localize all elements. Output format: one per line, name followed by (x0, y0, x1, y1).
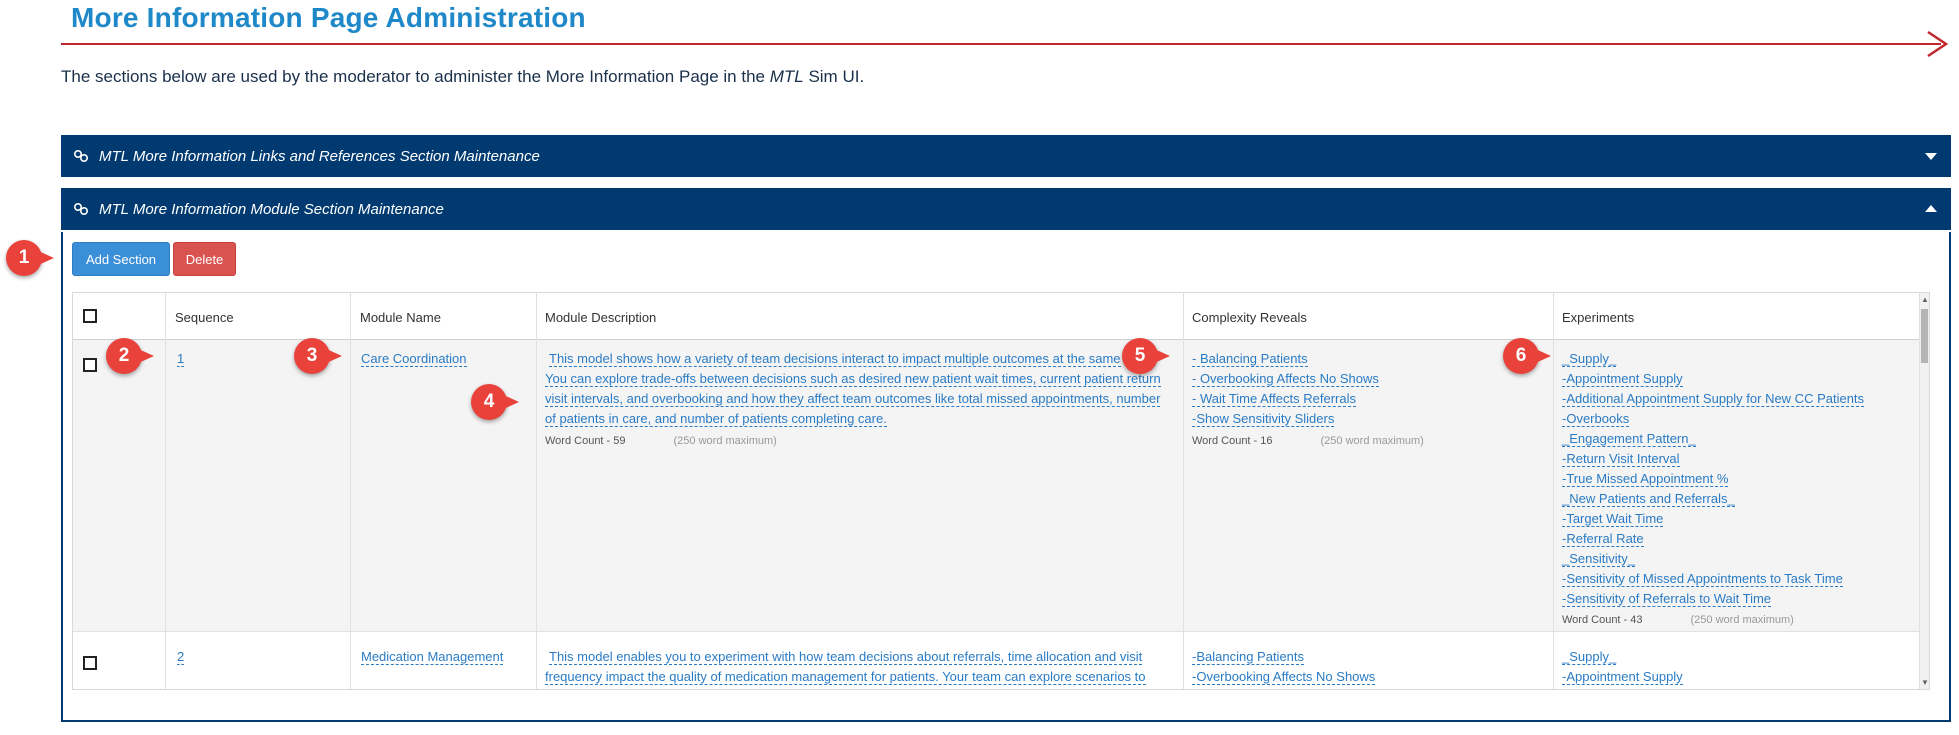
scroll-thumb[interactable] (1921, 309, 1928, 363)
link-icon (73, 202, 89, 216)
complexity-reveals-list[interactable]: - Balancing Patients - Overbooking Affec… (1192, 349, 1379, 429)
header-complexity-reveals[interactable]: Complexity Reveals (1192, 310, 1307, 325)
scroll-down-arrow-icon[interactable]: ▼ (1921, 678, 1929, 687)
module-description[interactable]: This model shows how a variety of team d… (545, 349, 1180, 429)
sequence-link[interactable]: 1 (177, 351, 185, 367)
module-name-link[interactable]: Care Coordination (361, 351, 467, 367)
experiments-word-count: Word Count - 43 (250 word maximum) (1562, 614, 1794, 626)
experiments-list[interactable]: _Supply_ -Appointment Supply -Additional… (1562, 349, 1865, 609)
annotation-marker-3: 3 (294, 338, 342, 374)
row-checkbox[interactable] (83, 656, 97, 670)
annotation-marker-5: 5 (1122, 338, 1170, 374)
arrow-right-icon (1927, 30, 1949, 58)
delete-button[interactable]: Delete (173, 242, 236, 276)
select-all-checkbox[interactable] (83, 309, 97, 323)
annotation-marker-4: 4 (471, 384, 519, 420)
panel-module-section[interactable]: MTL More Information Module Section Main… (61, 188, 1951, 230)
sequence-link[interactable]: 2 (177, 649, 185, 665)
header-module-name[interactable]: Module Name (360, 310, 441, 325)
module-table: Sequence Module Name Module Description … (72, 292, 1930, 690)
complexity-word-count: Word Count - 16 (250 word maximum) (1192, 435, 1424, 447)
header-module-description[interactable]: Module Description (545, 310, 656, 325)
module-name-link[interactable]: Medication Management (361, 649, 504, 665)
vertical-scrollbar[interactable]: ▲ ▼ (1919, 293, 1929, 689)
header-experiments[interactable]: Experiments (1562, 310, 1634, 325)
title-rule (61, 43, 1941, 45)
page-title: More Information Page Administration (71, 2, 586, 33)
experiments-list[interactable]: _Supply_ -Appointment Supply (1562, 647, 1683, 687)
panel-title: MTL More Information Links and Reference… (99, 147, 540, 165)
annotation-marker-1: 1 (6, 240, 54, 276)
module-description[interactable]: This model enables you to experiment wit… (545, 647, 1180, 687)
scroll-up-arrow-icon[interactable]: ▲ (1921, 295, 1929, 304)
add-section-button[interactable]: Add Section (72, 242, 170, 276)
description-word-count: Word Count - 59 (250 word maximum) (545, 435, 777, 447)
annotation-marker-6: 6 (1503, 338, 1551, 374)
row-checkbox[interactable] (83, 358, 97, 372)
complexity-reveals-list[interactable]: -Balancing Patients -Overbooking Affects… (1192, 647, 1376, 687)
chevron-down-icon[interactable] (1925, 151, 1937, 161)
panel-title: MTL More Information Module Section Main… (99, 200, 444, 218)
chevron-up-icon[interactable] (1925, 204, 1937, 214)
link-icon (73, 149, 89, 163)
annotation-marker-2: 2 (106, 338, 154, 374)
header-sequence[interactable]: Sequence (175, 310, 234, 325)
panel-links-references[interactable]: MTL More Information Links and Reference… (61, 135, 1951, 177)
intro-text: The sections below are used by the moder… (61, 67, 865, 86)
